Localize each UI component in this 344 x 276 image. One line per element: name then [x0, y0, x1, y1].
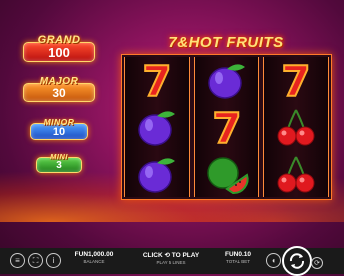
- jackpot-grand-label: GRAND: [37, 34, 81, 46]
- jackpot-minor-label: MINOR: [43, 117, 75, 127]
- plum-symbol: [129, 152, 185, 196]
- reel-2: 7: [193, 57, 260, 197]
- click-to-play[interactable]: CLICK ⟲ TO PLAY PLAY 5 LINES: [138, 251, 204, 265]
- jackpot-mini-label: MINI: [50, 152, 68, 161]
- jackpot-major: MAJOR 30: [22, 76, 96, 102]
- reels-panel: 7 7 7: [121, 54, 332, 200]
- cherry-symbol: [268, 152, 324, 196]
- plum-symbol: [129, 105, 185, 149]
- spin-icon: [289, 253, 305, 269]
- play-lines-label: PLAY 5 LINES: [156, 260, 186, 265]
- balance-value: FUN1,000.00: [74, 251, 114, 258]
- watermelon-symbol: [199, 152, 255, 196]
- total-bet-label: TOTAL BET: [226, 259, 250, 264]
- reel-1: 7: [124, 57, 190, 197]
- game-area: GRAND 100 MAJOR 30 MINOR 10 MINI 3 7&HOT…: [0, 0, 344, 250]
- menu-icon[interactable]: ≡: [10, 253, 25, 268]
- seven-symbol: 7: [268, 58, 324, 102]
- seven-symbol: 7: [199, 105, 255, 149]
- svg-text:7: 7: [282, 59, 311, 101]
- balance-display: FUN1,000.00 BALANCE: [68, 251, 120, 264]
- bottom-bar: ≡ ⛶ i FUN1,000.00 BALANCE CLICK ⟲ TO PLA…: [0, 246, 344, 276]
- jackpot-minor: MINOR 10: [29, 117, 89, 140]
- plum-symbol: [199, 58, 255, 102]
- sound-icon[interactable]: ◖: [266, 253, 281, 268]
- reel-3: 7: [263, 57, 330, 197]
- info-icon[interactable]: i: [46, 253, 61, 268]
- total-bet-display[interactable]: FUN0.10 TOTAL BET: [218, 251, 258, 264]
- game-logo: 7&HOT FRUITS: [168, 33, 284, 51]
- click-to-play-label: CLICK ⟲ TO PLAY: [142, 252, 200, 259]
- seven-symbol: 7: [129, 58, 185, 102]
- total-bet-value: FUN0.10: [224, 251, 251, 258]
- autoplay-icon[interactable]: ⟳: [311, 257, 323, 269]
- spin-button[interactable]: [282, 246, 312, 276]
- balance-label: BALANCE: [83, 259, 105, 264]
- svg-text:7: 7: [212, 106, 241, 148]
- jackpot-grand: GRAND 100: [22, 34, 96, 62]
- svg-text:7: 7: [142, 59, 171, 101]
- jackpot-mini: MINI 3: [35, 152, 83, 173]
- cherry-symbol: [268, 105, 324, 149]
- fullscreen-icon[interactable]: ⛶: [28, 253, 43, 268]
- jackpot-major-label: MAJOR: [39, 76, 79, 87]
